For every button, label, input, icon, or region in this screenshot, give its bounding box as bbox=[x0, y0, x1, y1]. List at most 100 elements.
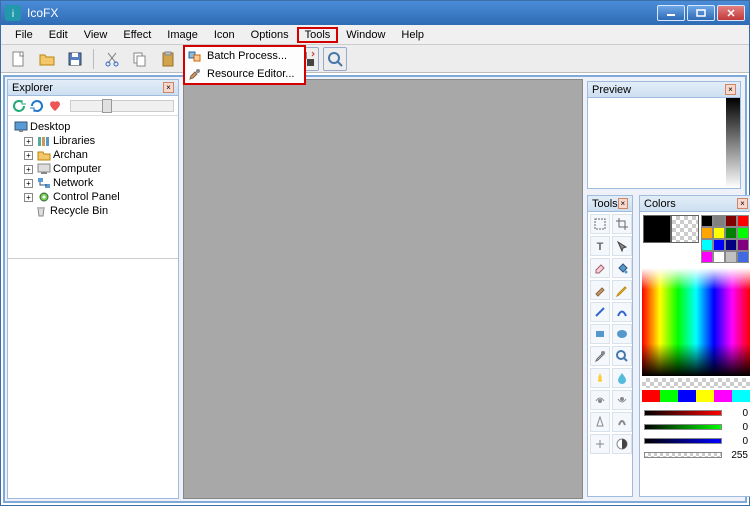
preview-grayscale-strip[interactable] bbox=[726, 98, 740, 188]
explorer-zoom-slider[interactable] bbox=[70, 100, 174, 112]
palette-swatch[interactable] bbox=[701, 251, 713, 263]
tree-desktop[interactable]: Desktop bbox=[10, 120, 176, 134]
burn-tool[interactable] bbox=[612, 390, 632, 410]
tree-control-panel[interactable]: +Control Panel bbox=[10, 190, 176, 204]
background-swatch[interactable] bbox=[671, 215, 699, 243]
menu-file[interactable]: File bbox=[7, 27, 41, 43]
slider-thumb[interactable] bbox=[102, 99, 112, 113]
paste-button[interactable] bbox=[156, 47, 180, 71]
palette-swatch[interactable] bbox=[737, 251, 749, 263]
save-button[interactable] bbox=[63, 47, 87, 71]
menu-edit[interactable]: Edit bbox=[41, 27, 76, 43]
fg-bg-swatches[interactable] bbox=[643, 215, 699, 263]
fill-tool[interactable] bbox=[612, 258, 632, 278]
expand-icon[interactable]: + bbox=[24, 165, 33, 174]
copy-button[interactable] bbox=[128, 47, 152, 71]
eraser-tool[interactable] bbox=[590, 258, 610, 278]
explorer-tree: Desktop +Libraries +Archan +Computer +Ne… bbox=[8, 116, 178, 256]
refresh2-icon[interactable] bbox=[30, 99, 44, 113]
open-file-button[interactable] bbox=[35, 47, 59, 71]
menu-resource-editor[interactable]: Resource Editor... bbox=[185, 65, 304, 83]
cut-button[interactable] bbox=[100, 47, 124, 71]
new-file-button[interactable] bbox=[7, 47, 31, 71]
refresh-icon[interactable] bbox=[12, 99, 26, 113]
palette-swatch[interactable] bbox=[701, 239, 713, 251]
palette-swatch[interactable] bbox=[725, 215, 737, 227]
menu-image[interactable]: Image bbox=[159, 27, 206, 43]
ellipse-tool[interactable] bbox=[612, 324, 632, 344]
menu-tools[interactable]: Tools bbox=[297, 27, 339, 43]
tools-close-icon[interactable]: × bbox=[618, 198, 628, 209]
tree-network[interactable]: +Network bbox=[10, 176, 176, 190]
palette-swatch[interactable] bbox=[701, 227, 713, 239]
palette-swatch[interactable] bbox=[725, 239, 737, 251]
expand-icon[interactable]: + bbox=[24, 151, 33, 160]
palette-swatch[interactable] bbox=[713, 227, 725, 239]
tree-recycle-bin[interactable]: Recycle Bin bbox=[10, 204, 176, 218]
zoom-button[interactable] bbox=[323, 47, 347, 71]
tree-computer[interactable]: +Computer bbox=[10, 162, 176, 176]
magnify-tool[interactable] bbox=[612, 346, 632, 366]
pencil-tool[interactable] bbox=[612, 280, 632, 300]
move-tool[interactable] bbox=[612, 236, 632, 256]
blur-tool[interactable] bbox=[612, 368, 632, 388]
palette-swatch[interactable] bbox=[701, 215, 713, 227]
color-spectrum[interactable] bbox=[642, 268, 750, 376]
lighten-tool[interactable] bbox=[590, 368, 610, 388]
explorer-title-text: Explorer bbox=[12, 82, 53, 94]
select-tool[interactable] bbox=[590, 214, 610, 234]
canvas-area[interactable] bbox=[183, 79, 583, 499]
menu-icon[interactable]: Icon bbox=[206, 27, 243, 43]
menu-effect[interactable]: Effect bbox=[115, 27, 159, 43]
text-tool[interactable]: T bbox=[590, 236, 610, 256]
crop-tool[interactable] bbox=[612, 214, 632, 234]
colors-close-icon[interactable]: × bbox=[737, 198, 748, 209]
rect-tool[interactable] bbox=[590, 324, 610, 344]
palette-swatch[interactable] bbox=[713, 251, 725, 263]
palette-swatch[interactable] bbox=[713, 239, 725, 251]
alpha-slider[interactable]: 255 bbox=[644, 448, 748, 462]
close-button[interactable] bbox=[717, 5, 745, 21]
blue-slider[interactable]: 0 bbox=[644, 434, 748, 448]
foreground-swatch[interactable] bbox=[643, 215, 671, 243]
expand-icon[interactable]: + bbox=[24, 193, 33, 202]
expand-icon[interactable]: + bbox=[24, 137, 33, 146]
smudge-tool[interactable] bbox=[612, 412, 632, 432]
menu-batch-process[interactable]: Batch Process... bbox=[185, 47, 304, 65]
line-tool[interactable] bbox=[590, 302, 610, 322]
maximize-button[interactable] bbox=[687, 5, 715, 21]
rgb-preview-strip[interactable] bbox=[642, 390, 750, 402]
menu-view[interactable]: View bbox=[76, 27, 116, 43]
preview-title: Preview × bbox=[588, 82, 740, 98]
menu-window[interactable]: Window bbox=[338, 27, 393, 43]
alpha-value: 255 bbox=[726, 450, 748, 461]
tree-recycle-label: Recycle Bin bbox=[50, 205, 108, 217]
palette-swatch[interactable] bbox=[737, 239, 749, 251]
menu-options[interactable]: Options bbox=[243, 27, 297, 43]
palette-swatch[interactable] bbox=[737, 227, 749, 239]
palette-swatch[interactable] bbox=[713, 215, 725, 227]
libraries-icon bbox=[37, 135, 51, 147]
expand-icon[interactable]: + bbox=[24, 179, 33, 188]
contrast-tool[interactable] bbox=[612, 434, 632, 454]
dodge-tool[interactable] bbox=[590, 390, 610, 410]
svg-text:T: T bbox=[597, 241, 604, 253]
tree-libraries[interactable]: +Libraries bbox=[10, 134, 176, 148]
explorer-close-icon[interactable]: × bbox=[163, 82, 174, 93]
curve-tool[interactable] bbox=[612, 302, 632, 322]
heart-icon[interactable] bbox=[48, 99, 62, 113]
hue-tool[interactable] bbox=[590, 434, 610, 454]
red-slider[interactable]: 0 bbox=[644, 406, 748, 420]
menu-help[interactable]: Help bbox=[393, 27, 432, 43]
preview-close-icon[interactable]: × bbox=[725, 84, 736, 95]
palette-swatch[interactable] bbox=[725, 227, 737, 239]
brush-tool[interactable] bbox=[590, 280, 610, 300]
sharpen-tool[interactable] bbox=[590, 412, 610, 432]
tree-archan[interactable]: +Archan bbox=[10, 148, 176, 162]
minimize-button[interactable] bbox=[657, 5, 685, 21]
palette-swatch[interactable] bbox=[737, 215, 749, 227]
palette-swatch[interactable] bbox=[725, 251, 737, 263]
alpha-strip[interactable] bbox=[642, 378, 750, 388]
eyedropper-tool[interactable] bbox=[590, 346, 610, 366]
green-slider[interactable]: 0 bbox=[644, 420, 748, 434]
